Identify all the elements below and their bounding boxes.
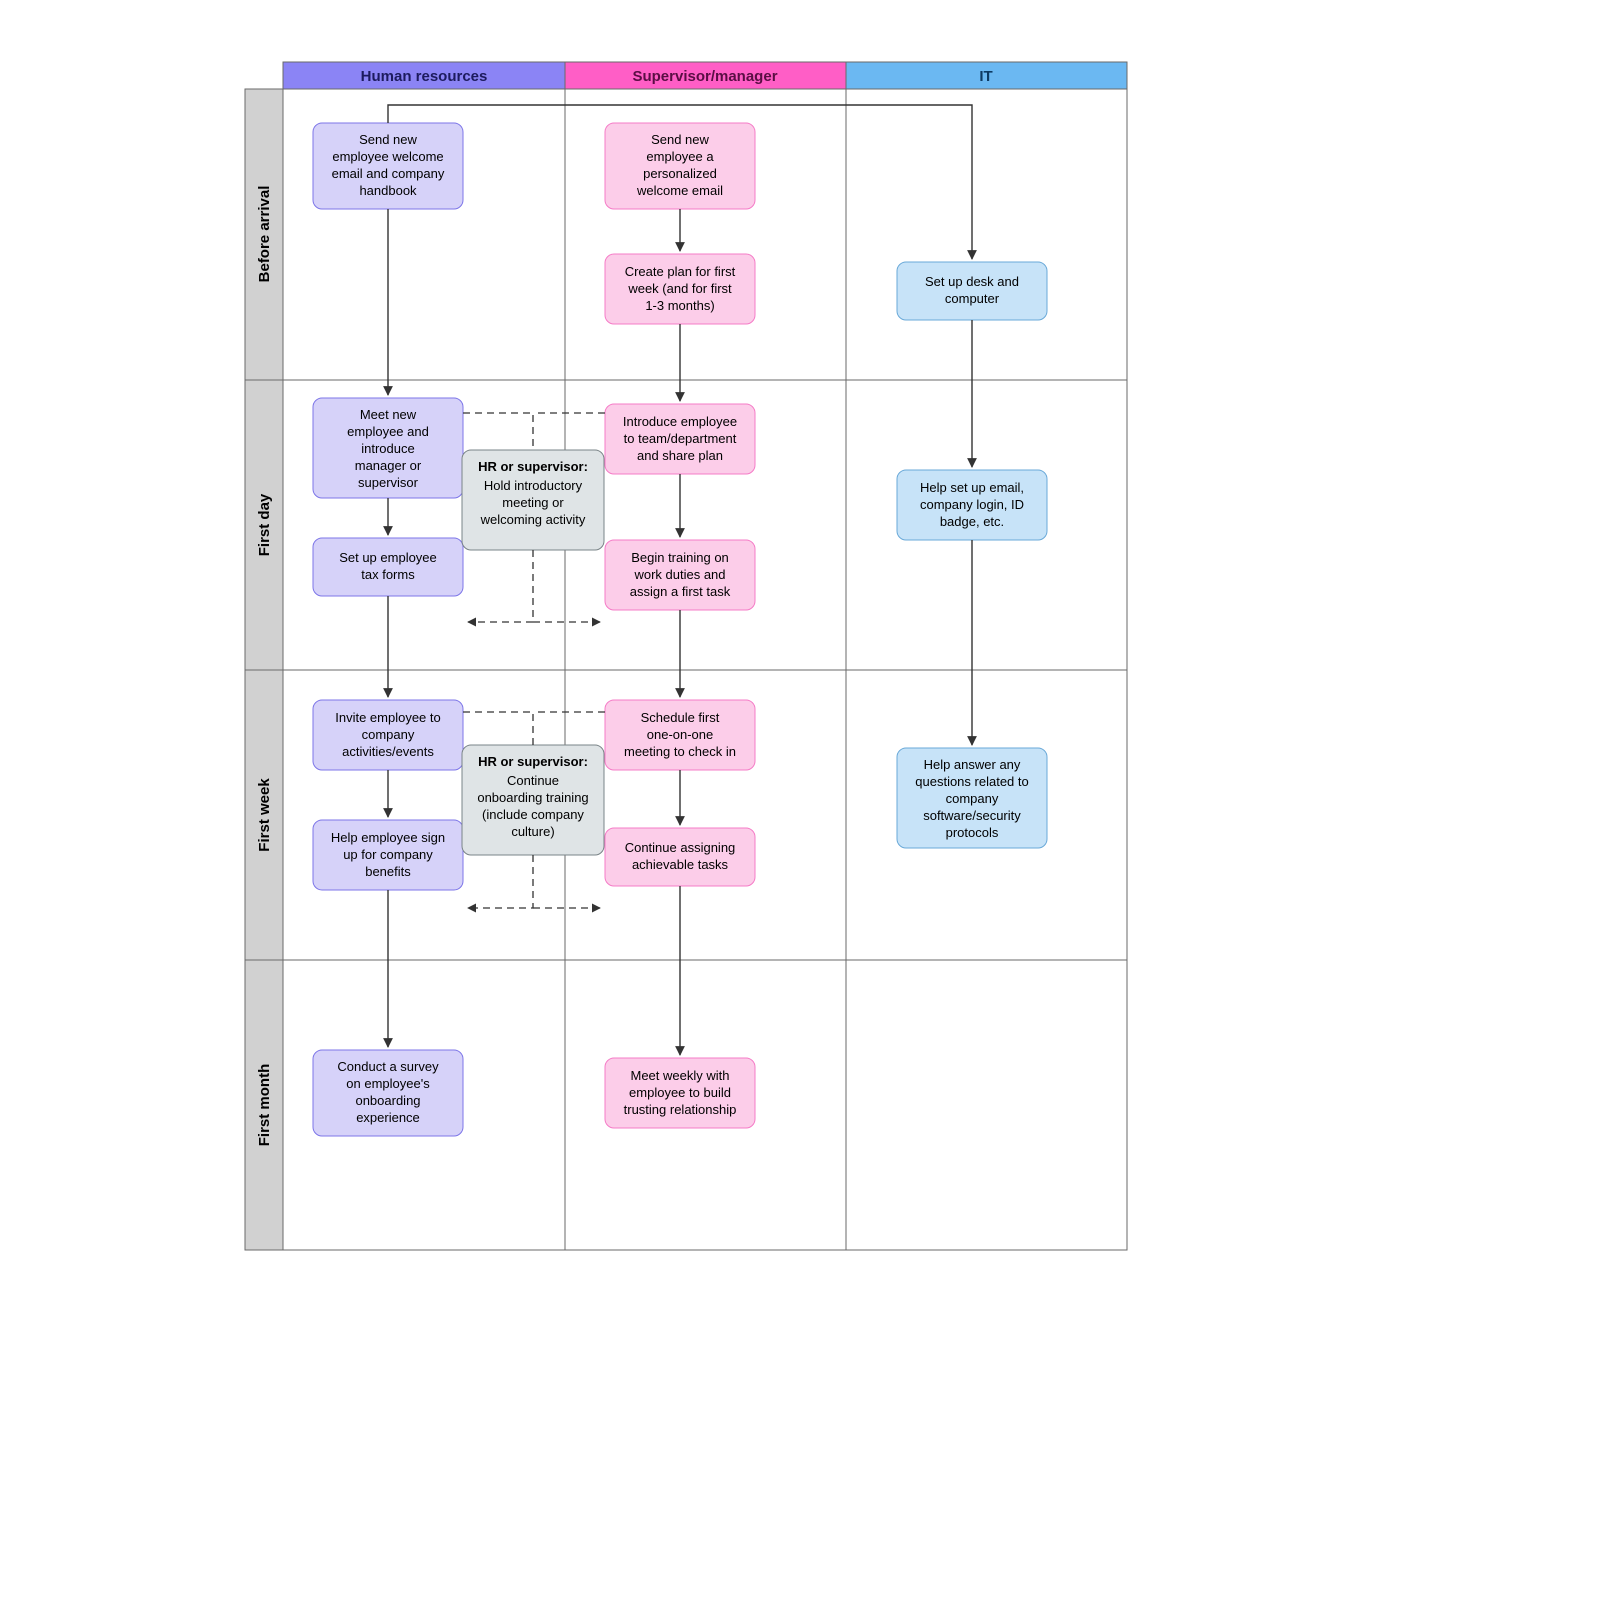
svg-text:badge, etc.: badge, etc. [940, 514, 1004, 529]
svg-text:Help employee sign: Help employee sign [331, 830, 445, 845]
svg-text:computer: computer [945, 291, 1000, 306]
lane-header-hr-label: Human resources [361, 68, 488, 85]
svg-text:Help answer any: Help answer any [924, 757, 1021, 772]
svg-text:assign a first task: assign a first task [630, 584, 731, 599]
svg-text:employee a: employee a [646, 149, 714, 164]
svg-text:1-3 months): 1-3 months) [645, 298, 714, 313]
svg-text:Introduce employee: Introduce employee [623, 414, 737, 429]
svg-text:Conduct a survey: Conduct a survey [337, 1059, 439, 1074]
box-sup3: Introduce employee to team/department an… [605, 404, 755, 474]
svg-text:Begin training on: Begin training on [631, 550, 729, 565]
row-label-before: Before arrival [256, 186, 273, 283]
svg-text:one-on-one: one-on-one [647, 727, 714, 742]
svg-text:employee to build: employee to build [629, 1085, 731, 1100]
svg-text:HR or supervisor:: HR or supervisor: [478, 459, 588, 474]
svg-text:welcome email: welcome email [636, 183, 723, 198]
swimlane-diagram: Human resources Supervisor/manager IT Be… [0, 0, 1600, 1600]
svg-text:protocols: protocols [946, 825, 999, 840]
svg-text:HR or supervisor:: HR or supervisor: [478, 754, 588, 769]
box-hr4: Invite employee to company activities/ev… [313, 700, 463, 770]
svg-text:Set up employee: Set up employee [339, 550, 437, 565]
box-mid2: HR or supervisor: Continue onboarding tr… [462, 745, 604, 855]
row-label-day: First day [256, 493, 273, 556]
svg-text:experience: experience [356, 1110, 420, 1125]
box-hr2: Meet new employee and introduce manager … [313, 398, 463, 498]
row-label-month: First month [256, 1064, 273, 1147]
svg-text:questions related to: questions related to [915, 774, 1028, 789]
svg-text:up for company: up for company [343, 847, 433, 862]
svg-text:manager or: manager or [355, 458, 422, 473]
svg-text:Continue: Continue [507, 773, 559, 788]
svg-text:Create plan for first: Create plan for first [625, 264, 736, 279]
svg-text:handbook: handbook [359, 183, 417, 198]
svg-text:onboarding: onboarding [355, 1093, 420, 1108]
box-sup7: Meet weekly with employee to build trust… [605, 1058, 755, 1128]
svg-text:Help set up email,: Help set up email, [920, 480, 1024, 495]
box-mid1: HR or supervisor: Hold introductory meet… [462, 450, 604, 550]
box-hr5: Help employee sign up for company benefi… [313, 820, 463, 890]
box-it1: Set up desk and computer [897, 262, 1047, 320]
box-it3: Help answer any questions related to com… [897, 748, 1047, 848]
svg-text:onboarding training: onboarding training [477, 790, 588, 805]
box-hr3: Set up employee tax forms [313, 538, 463, 596]
svg-text:company: company [362, 727, 415, 742]
svg-text:employee welcome: employee welcome [332, 149, 443, 164]
svg-text:work duties and: work duties and [633, 567, 725, 582]
box-hr6: Conduct a survey on employee's onboardin… [313, 1050, 463, 1136]
svg-text:trusting relationship: trusting relationship [624, 1102, 737, 1117]
lane-header-sup-label: Supervisor/manager [632, 68, 777, 85]
svg-text:week (and for first: week (and for first [627, 281, 732, 296]
svg-text:Hold introductory: Hold introductory [484, 478, 583, 493]
svg-text:employee and: employee and [347, 424, 429, 439]
svg-text:(include company: (include company [482, 807, 584, 822]
svg-text:meeting to check in: meeting to check in [624, 744, 736, 759]
svg-text:software/security: software/security [923, 808, 1021, 823]
svg-text:meeting or: meeting or [502, 495, 564, 510]
box-sup5: Schedule first one-on-one meeting to che… [605, 700, 755, 770]
svg-text:Meet weekly with: Meet weekly with [631, 1068, 730, 1083]
box-it2: Help set up email, company login, ID bad… [897, 470, 1047, 540]
box-sup2: Create plan for first week (and for firs… [605, 254, 755, 324]
svg-text:introduce: introduce [361, 441, 414, 456]
svg-text:company login, ID: company login, ID [920, 497, 1024, 512]
svg-text:benefits: benefits [365, 864, 411, 879]
box-sup4: Begin training on work duties and assign… [605, 540, 755, 610]
box-sup1: Send new employee a personalized welcome… [605, 123, 755, 209]
svg-text:Send new: Send new [651, 132, 709, 147]
row-label-week: First week [256, 778, 273, 852]
svg-text:achievable tasks: achievable tasks [632, 857, 729, 872]
svg-text:activities/events: activities/events [342, 744, 434, 759]
svg-text:welcoming activity: welcoming activity [480, 512, 586, 527]
svg-text:personalized: personalized [643, 166, 717, 181]
svg-text:and share plan: and share plan [637, 448, 723, 463]
box-hr1: Send new employee welcome email and comp… [313, 123, 463, 209]
svg-text:Meet new: Meet new [360, 407, 417, 422]
svg-text:Schedule first: Schedule first [641, 710, 720, 725]
svg-text:tax forms: tax forms [361, 567, 415, 582]
svg-text:Send new: Send new [359, 132, 417, 147]
svg-text:company: company [946, 791, 999, 806]
box-sup6: Continue assigning achievable tasks [605, 828, 755, 886]
svg-text:email and company: email and company [332, 166, 445, 181]
lane-header-it-label: IT [979, 68, 992, 85]
svg-text:Continue assigning: Continue assigning [625, 840, 736, 855]
svg-text:Set up desk and: Set up desk and [925, 274, 1019, 289]
svg-text:on employee's: on employee's [346, 1076, 430, 1091]
svg-text:supervisor: supervisor [358, 475, 419, 490]
svg-text:culture): culture) [511, 824, 554, 839]
svg-text:to team/department: to team/department [624, 431, 737, 446]
svg-text:Invite employee to: Invite employee to [335, 710, 441, 725]
